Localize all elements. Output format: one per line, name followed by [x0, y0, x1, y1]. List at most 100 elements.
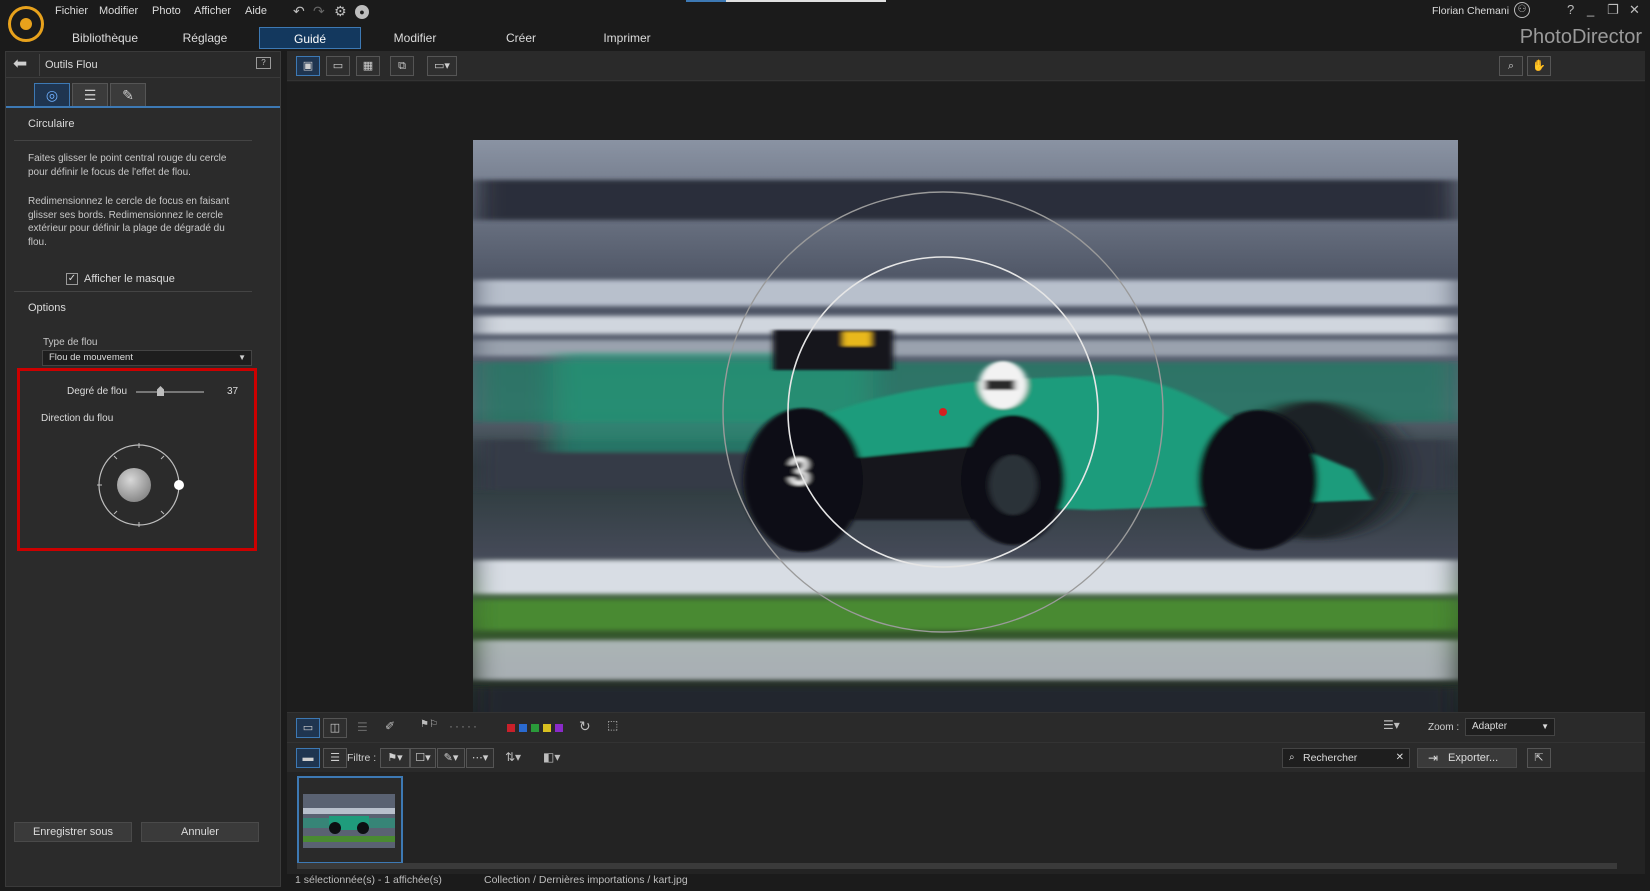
menu-help[interactable]: Aide: [245, 5, 267, 17]
redo-icon[interactable]: ↷: [313, 3, 325, 20]
user-name[interactable]: Florian Chemani: [1432, 5, 1509, 17]
app-logo-core: [20, 18, 32, 30]
filter-edit-icon[interactable]: ✎▾: [437, 748, 465, 768]
rating-dots-icon[interactable]: ·····: [449, 719, 479, 733]
blur-degree-label: Degré de flou: [67, 386, 128, 397]
tab-brush-blur[interactable]: ✎: [110, 83, 146, 107]
close-icon[interactable]: ✕: [1629, 2, 1640, 18]
show-mask-checkbox[interactable]: ✓: [66, 273, 78, 285]
search-input[interactable]: ⌕ Rechercher ✕: [1282, 748, 1410, 768]
show-mask-label: Afficher le masque: [84, 273, 175, 285]
menu-photo[interactable]: Photo: [152, 5, 181, 17]
progress-indicator-left: [686, 0, 726, 2]
stack-icon[interactable]: ☰: [357, 720, 368, 734]
tab-edit[interactable]: Modifier: [365, 27, 465, 49]
view-single-icon[interactable]: ▣: [296, 56, 320, 76]
open-external-icon[interactable]: ⇱: [1527, 748, 1551, 768]
user-avatar-icon[interactable]: ⚇: [1514, 2, 1530, 18]
pan-hand-icon[interactable]: ✋: [1527, 56, 1551, 76]
rotate-icon[interactable]: ↻: [579, 718, 591, 735]
display-monitor-icon[interactable]: ▭▾: [427, 56, 457, 76]
menu-edit[interactable]: Modifier: [99, 5, 138, 17]
zoom-select[interactable]: Adapter ▼: [1465, 718, 1555, 736]
export-icon: ⇥: [1428, 751, 1439, 765]
crop-select-icon[interactable]: ⬚: [607, 718, 618, 732]
blur-direction-label: Direction du flou: [41, 413, 114, 424]
list-view-icon[interactable]: ☰: [323, 748, 347, 768]
color-label-green[interactable]: [531, 724, 539, 732]
before-after-icon[interactable]: ⧉: [390, 56, 414, 76]
blur-type-label: Type de flou: [43, 337, 98, 348]
sort-order-icon[interactable]: ⇅▾: [505, 750, 521, 764]
edit-tag-icon[interactable]: ✐: [385, 719, 395, 733]
selection-status: 1 sélectionnée(s) - 1 affichée(s): [295, 874, 442, 886]
tab-guided[interactable]: Guidé: [259, 27, 361, 49]
color-label-blue[interactable]: [519, 724, 527, 732]
brand-name: PhotoDirector: [1519, 26, 1642, 48]
blur-degree-slider[interactable]: [136, 391, 204, 393]
settings-icon[interactable]: ⚙: [334, 3, 347, 20]
filmstrip-toolbar: ▬ ☰ Filtre : ⚑▾ ☐▾ ✎▾ ⋯▾ ⇅▾ ◧▾ ⌕ Recherc…: [287, 742, 1645, 772]
single-view-icon[interactable]: ▭: [296, 718, 320, 738]
export-label: Exporter...: [1448, 752, 1499, 764]
back-arrow-icon[interactable]: ⬅: [13, 54, 27, 74]
clear-search-icon[interactable]: ✕: [1396, 749, 1404, 767]
minimize-icon[interactable]: _: [1587, 2, 1594, 17]
photo-viewer: ▣ ▭ ▦ ⧉ ▭▾ ⌕ ✋ 3 ▭ ◫ ☰ ✐ ⚑⚐ ····· ↻ ⬚ ☰▾…: [287, 51, 1645, 887]
tab-library[interactable]: Bibliothèque: [55, 27, 155, 49]
tab-underline: [6, 106, 280, 108]
blur-direction-dial[interactable]: [94, 440, 184, 530]
menu-file[interactable]: Fichier: [55, 5, 88, 17]
chevron-down-icon: ▼: [1541, 722, 1549, 731]
zoom-search-icon[interactable]: ⌕: [1499, 56, 1523, 76]
help-icon[interactable]: ?: [1567, 2, 1574, 17]
menu-view[interactable]: Afficher: [194, 5, 231, 17]
tab-create[interactable]: Créer: [471, 27, 571, 49]
save-as-button[interactable]: Enregistrer sous: [14, 822, 132, 842]
filter-flag-icon[interactable]: ⚑▾: [380, 748, 410, 768]
color-label-red[interactable]: [507, 724, 515, 732]
tab-print[interactable]: Imprimer: [577, 27, 677, 49]
restore-icon[interactable]: ❐: [1607, 2, 1619, 18]
filter-rating-icon[interactable]: ☐▾: [410, 748, 436, 768]
divider: [14, 291, 252, 292]
panel-header: ⬅ Outils Flou ?: [6, 52, 280, 78]
brush-icon: ✎: [122, 87, 134, 103]
header-divider: [39, 54, 40, 76]
options-title: Options: [28, 302, 66, 314]
search-placeholder: Rechercher: [1303, 752, 1358, 764]
race-car-photo[interactable]: 3: [473, 140, 1458, 734]
sort-menu-icon[interactable]: ☰▾: [1383, 718, 1400, 732]
filter-more-icon[interactable]: ⋯▾: [466, 748, 494, 768]
blur-tools-panel: ⬅ Outils Flou ? ◎ ☰ ✎ Circulaire Faites …: [5, 51, 281, 887]
description-resize: Redimensionnez le cercle de focus en fai…: [28, 196, 230, 248]
app-logo-icon[interactable]: [8, 6, 44, 42]
color-label-yellow[interactable]: [543, 724, 551, 732]
zoom-value: Adapter: [1472, 721, 1508, 732]
divider: [14, 140, 252, 141]
blur-type-value: Flou de mouvement: [49, 352, 133, 363]
blur-type-select[interactable]: Flou de mouvement ▼: [42, 350, 252, 366]
file-path: Collection / Dernières importations / ka…: [484, 874, 688, 886]
viewer-toolbar: ▣ ▭ ▦ ⧉ ▭▾ ⌕ ✋: [287, 51, 1645, 81]
tab-linear-blur[interactable]: ☰: [72, 83, 108, 107]
color-label-purple[interactable]: [555, 724, 563, 732]
filmstrip-view-icon[interactable]: ▬: [296, 748, 320, 768]
grid-view-icon[interactable]: ▦: [356, 56, 380, 76]
view-compare-icon[interactable]: ▭: [326, 56, 350, 76]
tab-circular-blur[interactable]: ◎: [34, 83, 70, 107]
export-button[interactable]: ⇥ Exporter...: [1417, 748, 1517, 768]
cancel-button[interactable]: Annuler: [141, 822, 259, 842]
dual-view-icon[interactable]: ◫: [323, 718, 347, 738]
undo-icon[interactable]: ↶: [293, 3, 305, 20]
photo-thumbnail[interactable]: [297, 776, 403, 864]
description-focus: Faites glisser le point central rouge du…: [28, 153, 227, 178]
flag-icon[interactable]: ⚑⚐: [420, 719, 438, 730]
filmstrip-scrollbar[interactable]: [297, 863, 1617, 869]
collection-icon[interactable]: ◧▾: [543, 750, 560, 764]
tab-adjust[interactable]: Réglage: [155, 27, 255, 49]
canvas-area: 3: [287, 82, 1645, 734]
panel-help-icon[interactable]: ?: [256, 57, 271, 69]
thumbnail-image: [299, 778, 399, 862]
notification-icon[interactable]: ●: [355, 5, 369, 19]
